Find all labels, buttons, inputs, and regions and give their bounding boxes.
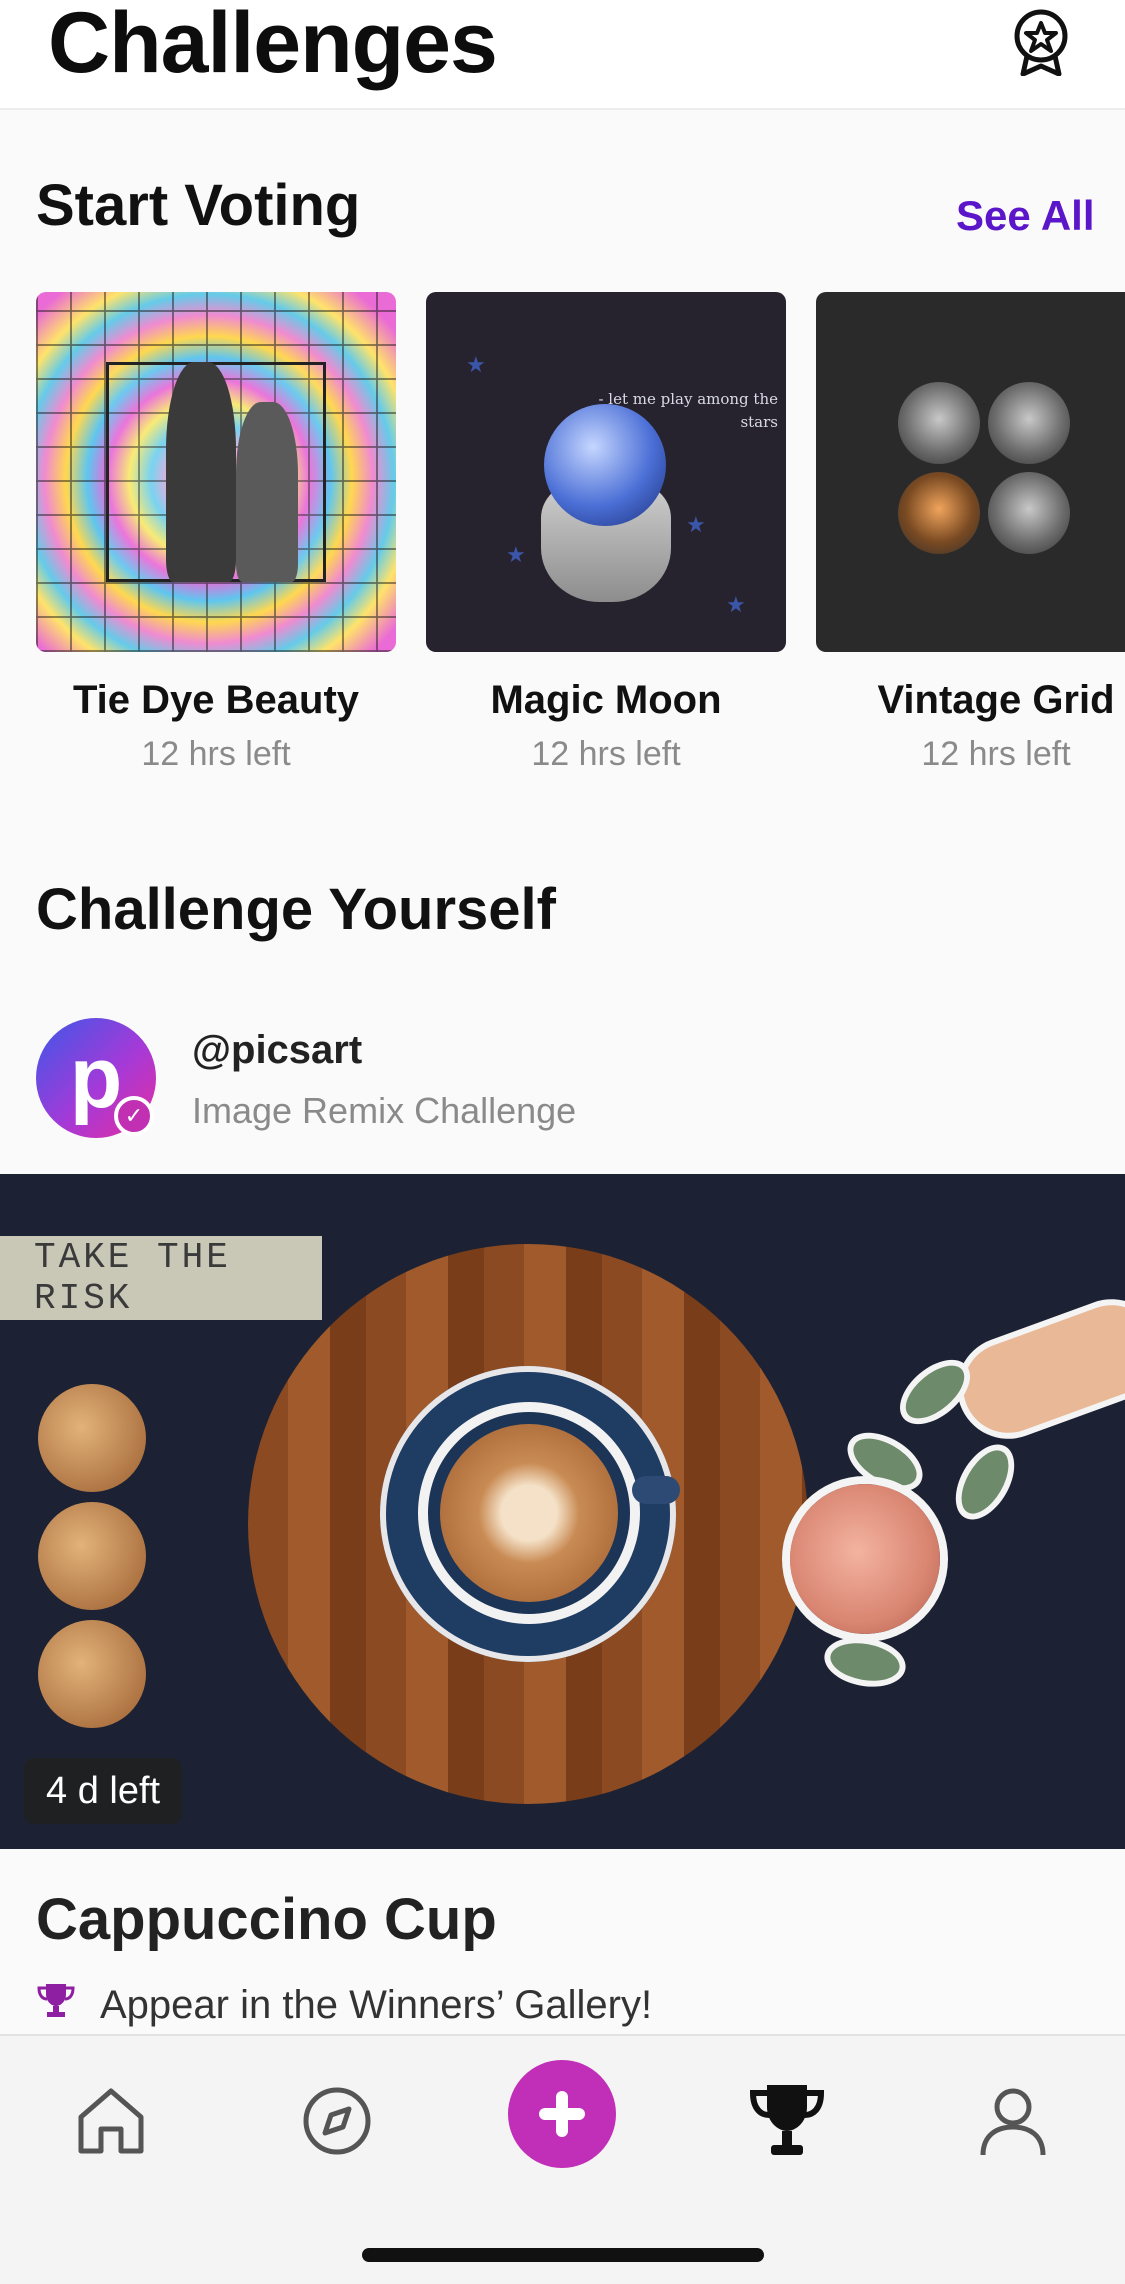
voting-card[interactable]: Tie Dye Beauty 12 hrs left — [36, 292, 396, 774]
grid-cell-image — [988, 472, 1070, 554]
card-time-left: 12 hrs left — [141, 735, 291, 773]
top-header: Challenges — [0, 0, 1125, 110]
card-title: Tie Dye Beauty — [72, 678, 360, 722]
plus-icon — [539, 2091, 585, 2137]
voting-card[interactable]: - let me play among the stars ★ ★ ★ ★ Ma… — [426, 292, 786, 774]
card-time-left: 12 hrs left — [531, 735, 681, 773]
cup-handle — [632, 1476, 680, 1504]
creator-avatar[interactable]: p ✓ — [36, 1018, 156, 1138]
grid-cell-image — [898, 382, 980, 464]
leaf — [896, 1355, 974, 1429]
rose-image — [790, 1484, 940, 1634]
creator-handle[interactable]: @picsart — [192, 1028, 362, 1073]
voting-card[interactable]: Vintage Grid 12 hrs left — [816, 292, 1125, 774]
card-title: Vintage Grid — [877, 678, 1115, 722]
challenge-title[interactable]: Cappuccino Cup — [36, 1886, 497, 1953]
figure-boy — [166, 362, 236, 582]
trophy-icon[interactable] — [742, 2076, 832, 2166]
vintage-grid-thumbnail[interactable] — [816, 292, 1125, 652]
star-icon: ★ — [506, 542, 526, 567]
leaf — [827, 1638, 903, 1686]
challenge-hero-image[interactable]: TAKE THE RISK 4 d left — [0, 1174, 1125, 1849]
take-the-risk-label: TAKE THE RISK — [0, 1236, 322, 1320]
latte-art — [440, 1424, 618, 1602]
star-icon: ★ — [726, 592, 746, 617]
magic-moon-thumbnail[interactable]: - let me play among the stars ★ ★ ★ ★ — [426, 292, 786, 652]
bottom-nav — [0, 2034, 1125, 2284]
page-title: Challenges — [48, 0, 498, 91]
challenge-type: Image Remix Challenge — [192, 1090, 577, 1131]
grid-cell-image — [898, 472, 980, 554]
create-plus-button[interactable] — [508, 2060, 616, 2168]
compass-icon[interactable] — [292, 2076, 382, 2166]
challenges-screen: Challenges Start Voting See All Tie Dye … — [0, 0, 1125, 2284]
tie-dye-thumbnail[interactable] — [36, 292, 396, 652]
voting-carousel[interactable]: Tie Dye Beauty 12 hrs left - let me play… — [0, 292, 1125, 792]
card-title: Magic Moon — [490, 678, 722, 722]
figure-girl — [236, 402, 298, 582]
prize-line: Appear in the Winners’ Gallery! — [36, 1980, 652, 2030]
verified-check-icon: ✓ — [114, 1096, 154, 1136]
moon-image — [544, 404, 666, 526]
challenge-yourself-title: Challenge Yourself — [36, 877, 556, 942]
collage-circle — [38, 1620, 146, 1728]
hand-image — [950, 1292, 1125, 1446]
award-star-icon[interactable] — [1005, 6, 1077, 78]
card-time-left: 12 hrs left — [921, 735, 1071, 773]
prize-text: Appear in the Winners’ Gallery! — [100, 1982, 653, 2027]
time-left-badge: 4 d left — [24, 1758, 183, 1824]
star-icon: ★ — [686, 512, 706, 537]
collage-circle — [38, 1502, 146, 1610]
trophy-icon — [36, 1980, 76, 2030]
star-icon: ★ — [466, 352, 486, 377]
start-voting-title: Start Voting — [36, 173, 361, 238]
see-all-link[interactable]: See All — [956, 192, 1095, 240]
home-icon[interactable] — [66, 2076, 156, 2166]
profile-icon[interactable] — [968, 2076, 1058, 2166]
leaf — [951, 1442, 1019, 1522]
home-indicator — [362, 2248, 764, 2262]
collage-circle — [38, 1384, 146, 1492]
grid-cell-image — [988, 382, 1070, 464]
